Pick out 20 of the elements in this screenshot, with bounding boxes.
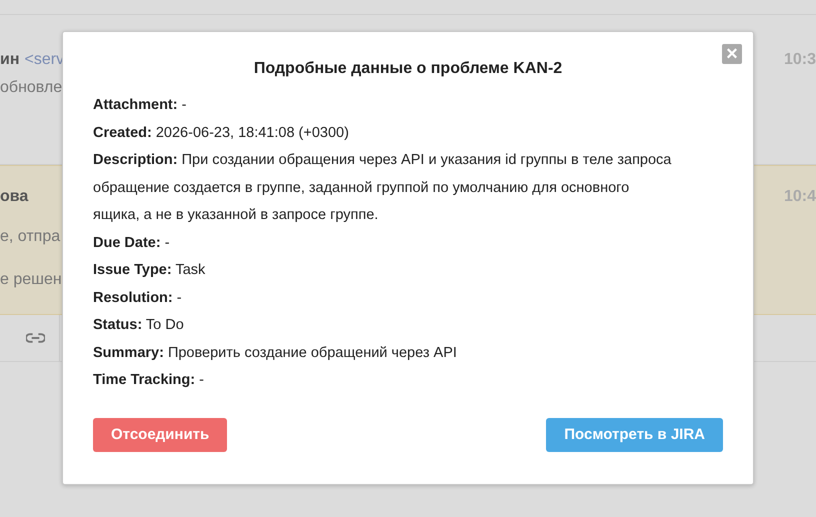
field-text: Attachment: - [93, 96, 188, 115]
field-text: Summary: Проверить создание обращений через API [93, 344, 458, 362]
disconnect-button[interactable]: Отсоединить [93, 418, 228, 452]
close-button[interactable]: × [722, 44, 742, 64]
author-name: ин [0, 51, 20, 69]
field-text: Created: 2026-06-23, 18:41:08 (+0300) [93, 124, 350, 142]
dialog-title: Подробные данные о проблеме KAN-2 [252, 60, 564, 78]
message-text: е решен [0, 271, 62, 290]
field-text: Due Date: - [93, 234, 171, 252]
field-text: Time Tracking: - [93, 371, 205, 390]
message-text: е, отпра [0, 228, 60, 247]
field-text: Status: To Do [93, 316, 185, 335]
field-text: Resolution: - [93, 288, 183, 308]
author-email[interactable]: <serv [24, 51, 64, 69]
author-name: ова [0, 188, 28, 206]
message-text: обновле [0, 79, 62, 98]
field-text: Issue Type: Task [93, 261, 206, 280]
view-button[interactable]: Посмотреть в JIRA [546, 418, 723, 452]
field-text: Description: При создании обращения через API и указания id группы в теле запроса обращение создается в группе, заданной группой по умолчанию для основного ящика, а не в указанной в запросе группе. [93, 151, 672, 225]
link-icon[interactable] [26, 333, 45, 343]
